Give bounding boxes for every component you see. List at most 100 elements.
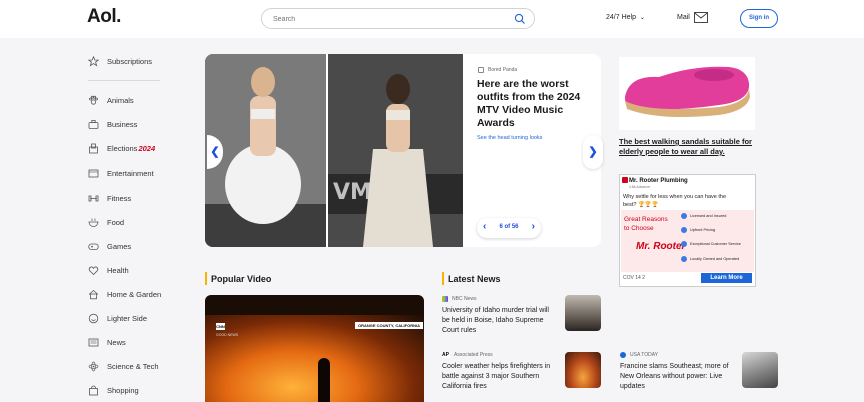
sidebar-item-lighter-side[interactable]: Lighter Side bbox=[88, 311, 208, 325]
elections-2024-badge: 2024 bbox=[138, 143, 156, 153]
search-bar[interactable] bbox=[261, 8, 535, 29]
shoe-ad-caption[interactable]: The best walking sandals suitable for el… bbox=[619, 137, 759, 157]
bored-panda-icon bbox=[478, 67, 484, 73]
sidebar-item-label: News bbox=[107, 337, 126, 347]
search-input[interactable] bbox=[273, 13, 493, 25]
popular-video-player[interactable] bbox=[205, 295, 424, 402]
ad-feature: Exceptional Customer Service bbox=[681, 241, 741, 247]
sidebar-item-science-tech[interactable]: Science & Tech bbox=[88, 359, 208, 373]
check-badge-icon bbox=[681, 227, 687, 233]
sidebar-item-label: Animals bbox=[107, 95, 134, 105]
news-source-label: Associated Press bbox=[454, 352, 493, 358]
shopping-bag-icon bbox=[88, 385, 99, 396]
sidebar-item-news[interactable]: News bbox=[88, 335, 208, 349]
gamepad-icon bbox=[88, 241, 99, 252]
sidebar-divider bbox=[88, 80, 160, 81]
news-source: NBC News bbox=[442, 296, 476, 302]
news-source: AP Associated Press bbox=[442, 352, 493, 358]
film-icon bbox=[88, 168, 99, 179]
news-thumbnail[interactable] bbox=[565, 295, 601, 331]
sidebar-item-entertainment[interactable]: Entertainment bbox=[88, 166, 208, 180]
aol-logo[interactable]: Aol. bbox=[87, 6, 121, 28]
sidebar-item-label: Food bbox=[107, 217, 125, 227]
ad-reactions: COV 14 2 bbox=[623, 275, 645, 281]
hero-link[interactable]: See the head turning looks bbox=[477, 135, 542, 141]
sign-in-button[interactable]: Sign in bbox=[740, 9, 778, 28]
ad-question: Why settle for less when you can have th… bbox=[623, 194, 727, 208]
news-headline[interactable]: University of Idaho murder trial will be… bbox=[442, 306, 557, 336]
news-headline[interactable]: Cooler weather helps firefighters in bat… bbox=[442, 362, 557, 392]
mr-rooter-logo-icon bbox=[622, 177, 628, 183]
sidebar-item-health[interactable]: Health bbox=[88, 263, 208, 277]
house-icon bbox=[88, 289, 99, 300]
ad-feature: Locally Owned and Operated bbox=[681, 256, 739, 262]
news-source-label: NBC News bbox=[452, 296, 477, 302]
video-location-tag: ORANGE COUNTY, CALIFORNIA bbox=[355, 322, 423, 329]
shoe-ad-image[interactable] bbox=[619, 57, 755, 130]
hero-image-right[interactable]: VM bbox=[328, 54, 463, 247]
sidebar-item-shopping[interactable]: Shopping bbox=[88, 383, 208, 397]
newspaper-icon bbox=[88, 337, 99, 348]
ad-brand-sub: 4.8k Advance bbox=[629, 185, 651, 189]
sidebar-item-label: Entertainment bbox=[107, 168, 154, 178]
hero-title[interactable]: Here are the worst outfits from the 2024… bbox=[477, 78, 589, 130]
pager-next-icon[interactable]: › bbox=[532, 221, 535, 232]
hero-source: Bored Panda bbox=[488, 67, 518, 73]
news-source: USA TODAY bbox=[620, 352, 658, 358]
ad-mr-rooter-logo: Mr. Rooter bbox=[636, 241, 686, 252]
video-figure-silhouette bbox=[318, 358, 330, 402]
mail-icon[interactable] bbox=[694, 12, 708, 23]
cnn-logo: CNN bbox=[216, 323, 225, 330]
sidebar-item-label: Business bbox=[107, 119, 138, 129]
sidebar-item-label: Shopping bbox=[107, 385, 139, 395]
news-source-label: USA TODAY bbox=[630, 352, 659, 358]
sidebar-item-label: Games bbox=[107, 241, 132, 251]
latest-news-heading: Latest News bbox=[448, 274, 501, 284]
heart-icon bbox=[88, 265, 99, 276]
hero-pager: ‹ 6 of 56 › bbox=[477, 218, 541, 238]
section-accent-bar bbox=[205, 272, 207, 285]
search-icon[interactable] bbox=[514, 13, 526, 25]
dumbbell-icon bbox=[88, 193, 99, 204]
check-badge-icon bbox=[681, 256, 687, 262]
svg-text:VM: VM bbox=[333, 180, 372, 205]
ad-brand-name[interactable]: Mr. Rooter Plumbing bbox=[629, 178, 688, 184]
sidebar-item-subscriptions[interactable]: Subscriptions bbox=[87, 54, 208, 68]
news-thumbnail[interactable] bbox=[742, 352, 778, 388]
food-bowl-icon bbox=[88, 217, 99, 228]
help-menu[interactable]: 24/7 Help ⌄ bbox=[606, 14, 645, 21]
sidebar-item-label: Fitness bbox=[107, 193, 132, 203]
paw-icon bbox=[88, 95, 99, 106]
sidebar-item-business[interactable]: Business bbox=[88, 117, 208, 131]
sidebar-item-label: Home & Garden bbox=[107, 289, 162, 299]
sidebar-item-animals[interactable]: Animals bbox=[88, 93, 208, 107]
check-badge-icon bbox=[681, 241, 687, 247]
atom-icon bbox=[88, 361, 99, 372]
sidebar-item-label: Elections bbox=[107, 143, 138, 153]
sidebar-item-home-garden[interactable]: Home & Garden bbox=[88, 287, 208, 301]
help-label: 24/7 Help bbox=[606, 14, 636, 21]
news-thumbnail[interactable] bbox=[565, 352, 601, 388]
video-subtext: GOOD NEWS bbox=[216, 333, 239, 337]
sidebar-item-elections[interactable]: Elections 2024 bbox=[88, 141, 208, 155]
usa-today-icon bbox=[620, 352, 626, 358]
popular-video-heading: Popular Video bbox=[211, 274, 272, 284]
hero-image-left[interactable] bbox=[205, 54, 326, 247]
hero-next-arrow[interactable]: ❯ bbox=[583, 135, 603, 169]
ad-great-reasons: Great Reasons to Choose bbox=[624, 216, 668, 232]
learn-more-button[interactable]: Learn More bbox=[701, 273, 752, 283]
mail-label[interactable]: Mail bbox=[677, 14, 690, 21]
nbc-news-icon bbox=[442, 296, 448, 302]
ballot-icon bbox=[88, 143, 99, 154]
ad-feature: Upfront Pricing bbox=[681, 227, 715, 233]
sidebar-item-games[interactable]: Games bbox=[88, 239, 208, 253]
sidebar-item-label: Science & Tech bbox=[107, 361, 159, 371]
section-accent-bar bbox=[442, 272, 444, 285]
chevron-down-icon: ⌄ bbox=[639, 15, 645, 21]
sidebar-item-label: Lighter Side bbox=[107, 313, 148, 323]
sidebar-item-label: Subscriptions bbox=[107, 56, 153, 66]
sidebar-item-food[interactable]: Food bbox=[88, 215, 208, 229]
briefcase-icon bbox=[88, 119, 99, 130]
sidebar-item-fitness[interactable]: Fitness bbox=[88, 191, 208, 205]
news-headline[interactable]: Francine slams Southeast; more of New Or… bbox=[620, 362, 735, 392]
